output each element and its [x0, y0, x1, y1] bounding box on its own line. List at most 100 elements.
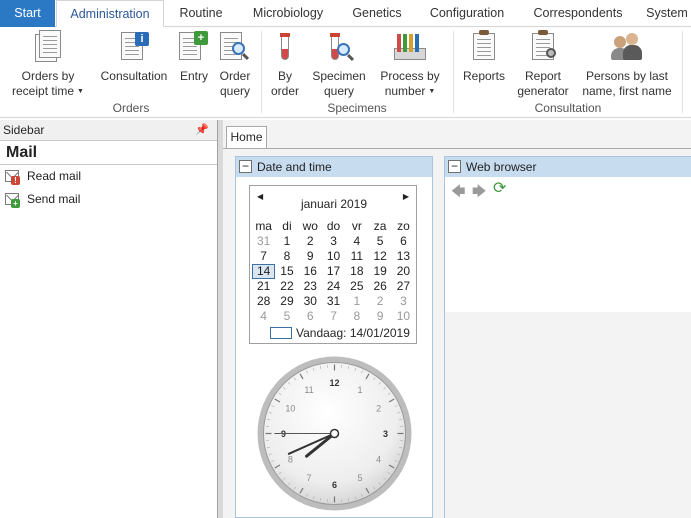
- calendar-day[interactable]: 7: [252, 249, 275, 264]
- calendar-day[interactable]: 14: [252, 264, 276, 279]
- report-generator-button[interactable]: Report generator: [512, 27, 574, 103]
- clock-numeral: 10: [285, 404, 295, 414]
- persons-icon: [610, 30, 644, 64]
- panel-title: Web browser: [466, 160, 537, 174]
- sidebar-item-read-mail[interactable]: ! Read mail: [0, 165, 217, 188]
- calendar-day[interactable]: 19: [368, 264, 391, 279]
- calendar-month-label[interactable]: januari 2019: [250, 197, 418, 211]
- pin-icon[interactable]: 📌: [195, 120, 209, 141]
- calendar-day[interactable]: 29: [275, 294, 298, 309]
- tab-routine[interactable]: Routine: [170, 0, 232, 27]
- calendar-weekday: wo: [302, 219, 318, 233]
- refresh-icon[interactable]: ⟳: [493, 178, 506, 198]
- calendar-day[interactable]: 20: [392, 264, 415, 279]
- calendar-day[interactable]: 22: [275, 279, 298, 294]
- sidebar-item-send-mail[interactable]: + Send mail: [0, 188, 217, 211]
- panel-title: Date and time: [257, 160, 332, 174]
- calendar-day[interactable]: 11: [345, 249, 368, 264]
- calendar-day[interactable]: 31: [322, 294, 345, 309]
- tab-start[interactable]: Start: [0, 0, 55, 27]
- documents-icon: [31, 30, 65, 64]
- specimen-query-button[interactable]: Specimen query: [308, 27, 370, 103]
- today-link[interactable]: Vandaag: 14/01/2019: [270, 326, 410, 340]
- process-by-number-button[interactable]: Process by number ▼: [376, 27, 444, 103]
- calendar-day[interactable]: 28: [252, 294, 275, 309]
- test-tube-search-icon: [322, 30, 356, 64]
- tab-genetics[interactable]: Genetics: [345, 0, 409, 27]
- calendar-day[interactable]: 15: [275, 264, 298, 279]
- calendar-day[interactable]: 17: [322, 264, 345, 279]
- calendar-week-row: 31 1 2 3 4 5 6: [252, 234, 416, 249]
- clock-numeral: 5: [357, 473, 362, 483]
- calendar-day[interactable]: 6: [299, 309, 322, 324]
- web-browser-panel-header: − Web browser: [445, 157, 691, 177]
- group-label-orders: Orders: [112, 101, 150, 115]
- report-clipboard-icon: [467, 30, 501, 64]
- today-label: Vandaag: 14/01/2019: [296, 326, 410, 340]
- calendar-day[interactable]: 5: [275, 309, 298, 324]
- calendar-day[interactable]: 31: [252, 234, 275, 249]
- tab-configuration[interactable]: Configuration: [423, 0, 511, 27]
- calendar-day[interactable]: 10: [392, 309, 415, 324]
- calendar-day[interactable]: 30: [299, 294, 322, 309]
- order-query-button[interactable]: Order query: [216, 27, 254, 103]
- calendar-day[interactable]: 12: [368, 249, 391, 264]
- calendar-day[interactable]: 26: [368, 279, 391, 294]
- tab-home[interactable]: Home: [226, 126, 267, 148]
- calendar-day[interactable]: 2: [368, 294, 391, 309]
- back-icon[interactable]: 🡄: [451, 181, 465, 205]
- calendar-day[interactable]: 21: [252, 279, 275, 294]
- tab-correspondents[interactable]: Correspondents: [527, 0, 629, 27]
- calendar-day[interactable]: 8: [275, 249, 298, 264]
- calendar-day[interactable]: 18: [345, 264, 368, 279]
- tube-rack-icon: [393, 30, 427, 64]
- by-order-button[interactable]: By order: [266, 27, 304, 103]
- calendar-day[interactable]: 1: [275, 234, 298, 249]
- consultation-button[interactable]: i Consultation: [96, 27, 172, 103]
- clock-numeral: 2: [376, 404, 381, 414]
- calendar-day[interactable]: 27: [392, 279, 415, 294]
- calendar-day[interactable]: 9: [368, 309, 391, 324]
- calendar-day[interactable]: 1: [345, 294, 368, 309]
- orders-by-receipt-time-button[interactable]: Orders by receipt time ▼: [4, 27, 92, 103]
- calendar-day[interactable]: 2: [299, 234, 322, 249]
- calendar-day[interactable]: 25: [345, 279, 368, 294]
- calendar-day[interactable]: 4: [345, 234, 368, 249]
- sidebar-header-label: Sidebar: [3, 123, 45, 137]
- clock-numeral: 7: [306, 473, 311, 483]
- calendar-day[interactable]: 4: [252, 309, 275, 324]
- forward-icon[interactable]: 🡆: [472, 181, 486, 205]
- tab-system[interactable]: System: [643, 0, 691, 27]
- collapse-button[interactable]: −: [239, 160, 252, 173]
- sidebar-title: Mail: [0, 141, 217, 165]
- test-tube-icon: [268, 30, 302, 64]
- calendar-day[interactable]: 10: [322, 249, 345, 264]
- entry-button[interactable]: + Entry: [176, 27, 212, 103]
- persons-by-name-button[interactable]: Persons by last name, first name: [580, 27, 674, 103]
- calendar-day[interactable]: 23: [299, 279, 322, 294]
- calendar-day[interactable]: 9: [299, 249, 322, 264]
- next-month-icon[interactable]: ▶: [403, 192, 409, 201]
- web-browser-panel: − Web browser 🡄 🡆 ⟳: [444, 156, 691, 518]
- calendar-day[interactable]: 8: [345, 309, 368, 324]
- calendar-day[interactable]: 13: [392, 249, 415, 264]
- tab-administration[interactable]: Administration: [56, 0, 164, 28]
- clock-numeral: 8: [288, 455, 293, 465]
- document-add-icon: +: [177, 30, 211, 64]
- calendar-day[interactable]: 24: [322, 279, 345, 294]
- calendar-day[interactable]: 5: [368, 234, 391, 249]
- calendar-day[interactable]: 3: [322, 234, 345, 249]
- calendar-day[interactable]: 6: [392, 234, 415, 249]
- calendar-day[interactable]: 3: [392, 294, 415, 309]
- ribbon: Orders by receipt time ▼ i Consultation +…: [0, 27, 691, 118]
- clock-center: [329, 428, 340, 439]
- report-generator-icon: [526, 30, 560, 64]
- collapse-button[interactable]: −: [448, 160, 461, 173]
- tab-microbiology[interactable]: Microbiology: [244, 0, 332, 27]
- calendar-week-row: 21 22 23 24 25 26 27: [252, 279, 416, 294]
- calendar-weekday: di: [282, 219, 292, 233]
- browser-content: [445, 312, 691, 518]
- calendar-day[interactable]: 16: [299, 264, 322, 279]
- reports-button[interactable]: Reports: [460, 27, 508, 103]
- calendar-day[interactable]: 7: [322, 309, 345, 324]
